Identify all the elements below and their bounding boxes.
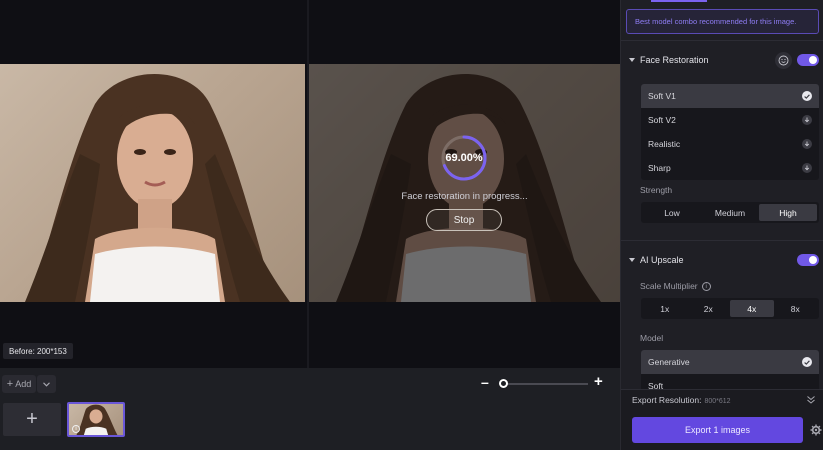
plus-icon: + xyxy=(26,408,38,430)
info-icon[interactable]: i xyxy=(72,425,80,433)
strength-option-low[interactable]: Low xyxy=(643,204,701,221)
caret-down-icon[interactable] xyxy=(629,258,635,262)
progress-ring: 69.00% xyxy=(440,134,488,182)
ai-upscale-toggle[interactable] xyxy=(797,254,819,266)
export-resolution-value: 800*612 xyxy=(704,398,731,405)
export-resolution-label: Export Resolution: xyxy=(632,395,702,405)
face-restoration-header[interactable]: Face Restoration xyxy=(621,50,823,70)
stop-button[interactable]: Stop xyxy=(426,209,502,231)
check-circle-icon xyxy=(802,357,812,367)
add-button[interactable]: + Add xyxy=(2,375,36,393)
download-icon[interactable] xyxy=(802,139,812,149)
settings-panel: Best model combo recommended for this im… xyxy=(620,0,823,450)
face-model-item[interactable]: Realistic xyxy=(641,132,819,156)
upscale-model-item[interactable]: Generative xyxy=(641,350,819,374)
progress-message: Face restoration in progress... xyxy=(401,191,528,202)
download-icon[interactable] xyxy=(802,115,812,125)
ai-upscale-header[interactable]: AI Upscale xyxy=(621,250,823,270)
scale-multiplier-selector: 1x 2x 4x 8x xyxy=(641,298,819,319)
face-model-item[interactable]: Sharp xyxy=(641,156,819,180)
scale-option-1x[interactable]: 1x xyxy=(643,300,687,317)
model-label: Model xyxy=(640,333,664,343)
add-dropdown-button[interactable] xyxy=(37,375,56,393)
image-thumbnail[interactable]: i xyxy=(67,402,125,437)
check-circle-icon xyxy=(802,91,812,101)
download-icon[interactable] xyxy=(802,163,812,173)
strength-selector: Low Medium High xyxy=(641,202,819,223)
processing-overlay xyxy=(309,64,620,302)
strength-option-high[interactable]: High xyxy=(759,204,817,221)
progress-percent: 69.00% xyxy=(445,152,483,164)
add-label: Add xyxy=(15,379,32,389)
plus-icon: + xyxy=(6,378,14,390)
app-window: 69.00% Face restoration in progress... S… xyxy=(0,0,823,450)
scale-multiplier-text: Scale Multiplier xyxy=(640,281,698,291)
chevron-down-icon xyxy=(43,381,50,387)
recommendation-tip: Best model combo recommended for this im… xyxy=(626,9,819,34)
info-icon[interactable]: i xyxy=(701,282,711,292)
scale-option-8x[interactable]: 8x xyxy=(774,300,818,317)
face-restoration-title: Face Restoration xyxy=(640,55,709,65)
upscale-model-label: Generative xyxy=(648,357,690,367)
strength-option-medium[interactable]: Medium xyxy=(701,204,759,221)
export-button[interactable]: Export 1 images xyxy=(632,417,803,443)
strength-label: Strength xyxy=(640,185,673,195)
face-model-label: Soft V2 xyxy=(648,115,676,125)
face-model-list: Soft V1 Soft V2 Realistic Sharp xyxy=(641,84,819,180)
zoom-in-button[interactable]: + xyxy=(594,374,606,389)
preview-area: 69.00% Face restoration in progress... S… xyxy=(0,0,620,368)
section-divider xyxy=(621,40,823,41)
face-model-item[interactable]: Soft V1 xyxy=(641,84,819,108)
face-model-label: Soft V1 xyxy=(648,91,676,101)
scale-multiplier-label: Scale Multiplier i xyxy=(640,281,711,292)
scale-option-2x[interactable]: 2x xyxy=(687,300,731,317)
face-model-label: Realistic xyxy=(648,139,681,149)
zoom-out-button[interactable]: – xyxy=(481,375,491,389)
face-model-item[interactable]: Soft V2 xyxy=(641,108,819,132)
section-divider xyxy=(621,240,823,241)
gear-icon[interactable] xyxy=(810,424,822,436)
zoom-slider-track[interactable] xyxy=(500,383,588,385)
caret-down-icon[interactable] xyxy=(629,58,635,62)
add-image-tile[interactable]: + xyxy=(3,403,61,436)
zoom-slider-handle[interactable] xyxy=(499,379,508,388)
ai-upscale-title: AI Upscale xyxy=(640,255,684,265)
scale-option-4x[interactable]: 4x xyxy=(730,300,774,317)
before-image xyxy=(0,64,305,302)
bottom-bar: + Add – + + i xyxy=(0,368,620,450)
after-image xyxy=(309,64,620,302)
before-size-tag: Before: 200*153 xyxy=(3,343,73,359)
active-tab-indicator xyxy=(651,0,707,2)
export-resolution: Export Resolution: 800*612 xyxy=(632,395,731,405)
face-icon[interactable] xyxy=(775,51,792,69)
export-area: Export Resolution: 800*612 Export 1 image… xyxy=(621,389,823,450)
face-restoration-toggle[interactable] xyxy=(797,54,819,66)
double-chevron-down-icon[interactable] xyxy=(806,395,816,405)
face-model-label: Sharp xyxy=(648,163,671,173)
